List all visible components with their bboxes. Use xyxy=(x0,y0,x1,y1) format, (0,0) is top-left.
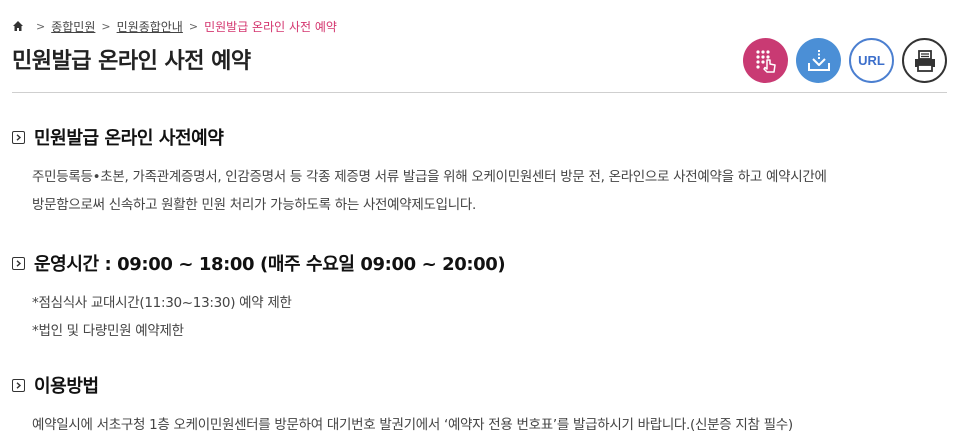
section-text: *법인 및 다량민원 예약제한 xyxy=(32,323,184,339)
chevron-right-box-icon xyxy=(12,130,25,144)
section-heading: 운영시간 : 09:00 ~ 18:00 (매주 수요일 09:00 ~ 20:… xyxy=(12,250,947,276)
print-icon xyxy=(914,49,935,72)
chevron-right-box-icon xyxy=(12,378,25,392)
breadcrumb-current: 민원발급 온라인 사전 예약 xyxy=(204,19,337,34)
chevron-right-box-icon xyxy=(12,256,25,270)
print-button[interactable] xyxy=(902,38,947,83)
section-body: 예약일시에 서초구청 1층 오케이민원센터를 방문하여 대기번호 발권기에서 ‘… xyxy=(12,411,947,439)
section-text: 주민등록등•초본, 가족관계증명서, 인감증명서 등 각종 제증명 서류 발급을… xyxy=(32,169,827,185)
section-title: 운영시간 : 09:00 ~ 18:00 (매주 수요일 09:00 ~ 20:… xyxy=(34,254,506,275)
download-button[interactable] xyxy=(796,38,841,83)
keypad-touch-icon xyxy=(755,49,776,73)
accessibility-keypad-button[interactable] xyxy=(743,38,788,83)
section-text: *점심식사 교대시간(11:30~13:30) 예약 제한 xyxy=(32,295,292,311)
section-title: 이용방법 xyxy=(34,376,99,397)
breadcrumb-separator: > xyxy=(101,19,111,33)
section-hours: 운영시간 : 09:00 ~ 18:00 (매주 수요일 09:00 ~ 20:… xyxy=(12,250,947,345)
home-icon[interactable] xyxy=(12,20,24,32)
url-copy-button[interactable]: URL xyxy=(849,38,894,83)
section-text: 예약일시에 서초구청 1층 오케이민원센터를 방문하여 대기번호 발권기에서 ‘… xyxy=(32,417,793,433)
breadcrumb-link-civil[interactable]: 종합민원 xyxy=(51,18,95,35)
section-heading: 이용방법 xyxy=(12,372,947,398)
section-title: 민원발급 온라인 사전예약 xyxy=(34,128,224,149)
section-reservation: 민원발급 온라인 사전예약 주민등록등•초본, 가족관계증명서, 인감증명서 등… xyxy=(12,124,947,219)
section-body: 주민등록등•초본, 가족관계증명서, 인감증명서 등 각종 제증명 서류 발급을… xyxy=(12,163,947,219)
download-icon xyxy=(807,49,830,71)
page-tools: URL xyxy=(743,38,947,83)
section-text: 방문함으로써 신속하고 원활한 민원 처리가 가능하도록 하는 사전예약제도입니… xyxy=(32,197,477,213)
section-heading: 민원발급 온라인 사전예약 xyxy=(12,124,947,150)
url-icon: URL xyxy=(858,53,885,68)
breadcrumb-separator: > xyxy=(36,19,46,33)
breadcrumb-separator: > xyxy=(188,19,199,33)
section-body: *점심식사 교대시간(11:30~13:30) 예약 제한 *법인 및 다량민원… xyxy=(12,289,947,345)
page-title: 민원발급 온라인 사전 예약 xyxy=(12,49,251,74)
section-usage: 이용방법 예약일시에 서초구청 1층 오케이민원센터를 방문하여 대기번호 발권… xyxy=(12,372,947,439)
breadcrumb: > 종합민원 > 민원종합안내 > 민원발급 온라인 사전 예약 xyxy=(12,17,337,35)
title-divider xyxy=(12,92,947,93)
breadcrumb-link-guide[interactable]: 민원종합안내 xyxy=(117,18,183,35)
